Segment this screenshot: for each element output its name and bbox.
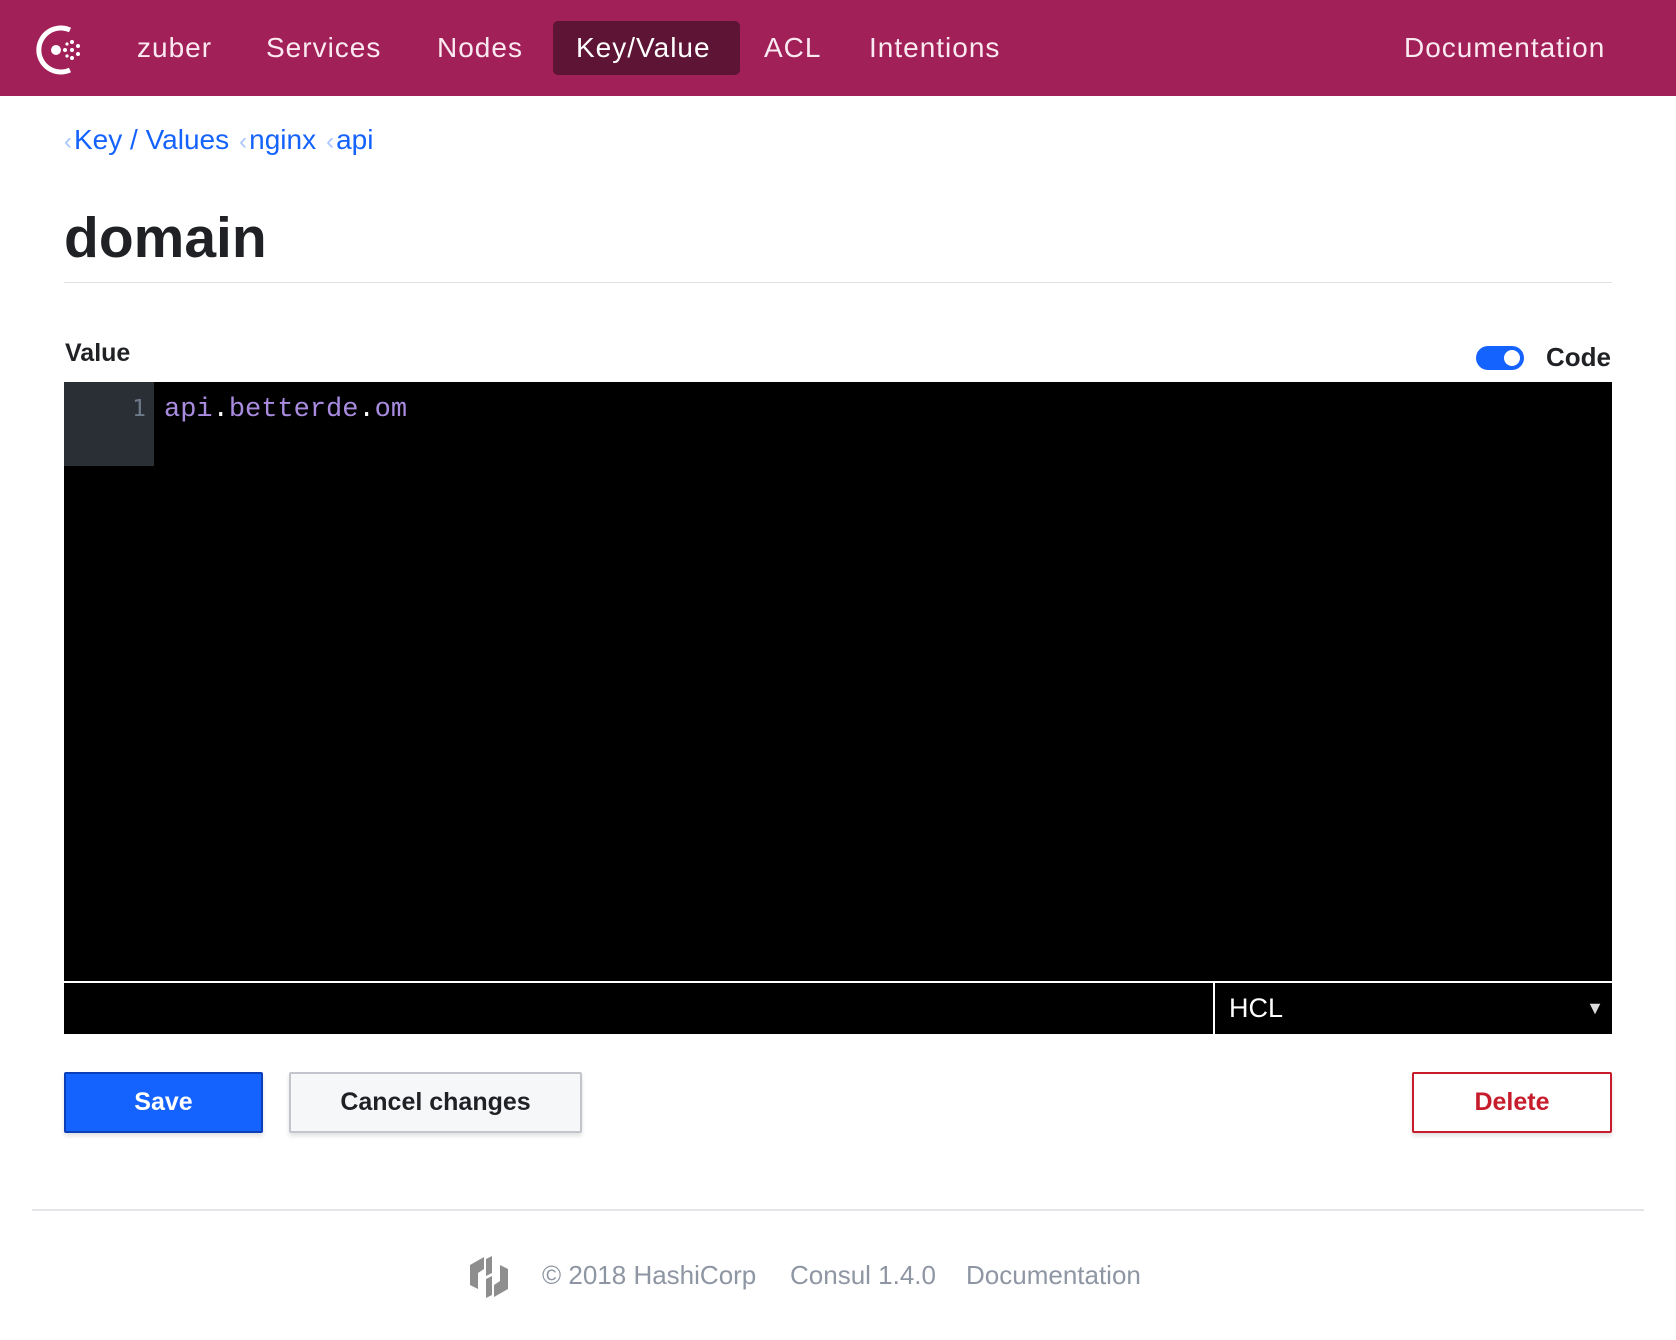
breadcrumb-item[interactable]: ‹nginx (239, 124, 316, 156)
delete-button[interactable]: Delete (1412, 1072, 1612, 1133)
nav-services[interactable]: Services (243, 21, 404, 75)
code-toggle[interactable] (1476, 346, 1524, 370)
save-button[interactable]: Save (64, 1072, 263, 1133)
cancel-changes-button[interactable]: Cancel changes (289, 1072, 582, 1133)
page-title: domain (64, 206, 267, 270)
breadcrumb-item[interactable]: ‹api (326, 124, 373, 156)
nav-datacenter[interactable]: zuber (114, 21, 235, 75)
nav-nodes[interactable]: Nodes (414, 21, 546, 75)
code-editor[interactable]: 1 api.betterde.om (64, 382, 1612, 981)
chevron-left-icon: ‹ (64, 128, 72, 155)
top-nav: zuber Services Nodes Key/Value ACL Inten… (0, 0, 1676, 96)
line-number: 1 (132, 396, 146, 422)
footer-divider (32, 1209, 1644, 1211)
breadcrumb-key-values[interactable]: Key / Values (74, 124, 229, 155)
divider (64, 282, 1612, 283)
hashicorp-logo-icon (470, 1256, 508, 1298)
chevron-left-icon: ‹ (239, 128, 248, 155)
nav-intentions[interactable]: Intentions (846, 21, 1023, 75)
footer-version: Consul 1.4.0 (790, 1260, 936, 1290)
breadcrumb-nginx[interactable]: nginx (249, 124, 316, 155)
code-toggle-label[interactable]: Code (1546, 342, 1611, 373)
breadcrumb-api[interactable]: api (336, 124, 373, 155)
nav-documentation[interactable]: Documentation (1381, 21, 1628, 75)
nav-key-value[interactable]: Key/Value (553, 21, 740, 75)
editor-footer: HCL ▼ (64, 981, 1612, 1034)
consul-logo-icon[interactable] (30, 20, 90, 80)
syntax-mode-value: HCL (1229, 993, 1284, 1023)
editor-code-line[interactable]: api.betterde.om (164, 395, 407, 425)
footer-documentation-link[interactable]: Documentation (966, 1260, 1141, 1291)
editor-gutter: 1 (64, 382, 154, 466)
nav-acl[interactable]: ACL (741, 21, 844, 75)
syntax-mode-select[interactable]: HCL ▼ (1213, 983, 1612, 1034)
value-label: Value (65, 339, 131, 367)
breadcrumb: ‹Key / Values ‹nginx ‹api (64, 124, 373, 156)
caret-down-icon: ▼ (1586, 998, 1604, 1018)
breadcrumb-item[interactable]: ‹Key / Values (64, 124, 229, 156)
chevron-left-icon: ‹ (326, 128, 335, 155)
footer-copyright: © 2018 HashiCorp (542, 1260, 757, 1290)
